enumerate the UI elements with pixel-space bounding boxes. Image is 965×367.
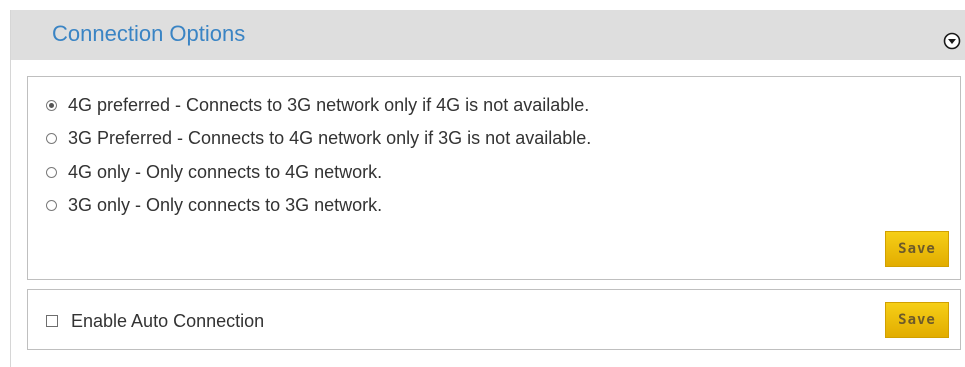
radio-option-3g-only[interactable]: 3G only - Only connects to 3G network. bbox=[46, 193, 382, 217]
radio-button[interactable] bbox=[46, 199, 57, 211]
section-title: Connection Options bbox=[52, 21, 246, 46]
radio-option-label: 3G only - Only connects to 3G network. bbox=[68, 195, 383, 215]
radio-option-label: 3G Preferred - Connects to 4G network on… bbox=[68, 128, 592, 148]
radio-option-4g-only[interactable]: 4G only - Only connects to 4G network. bbox=[46, 160, 382, 184]
radio-option-label: 4G only - Only connects to 4G network. bbox=[68, 162, 383, 182]
radio-option-label: 4G preferred - Connects to 3G network on… bbox=[68, 95, 590, 115]
chevron-down-circle-icon[interactable] bbox=[943, 32, 961, 50]
radio-option-4g-preferred[interactable]: 4G preferred - Connects to 3G network on… bbox=[46, 93, 589, 117]
save-network-mode-button[interactable]: Save bbox=[885, 231, 949, 267]
radio-button[interactable] bbox=[46, 132, 57, 144]
network-mode-panel: 4G preferred - Connects to 3G network on… bbox=[27, 76, 961, 280]
auto-connection-toggle[interactable]: Enable Auto Connection bbox=[46, 309, 264, 333]
section-header: Connection Options bbox=[11, 10, 965, 60]
radio-button[interactable] bbox=[46, 166, 57, 178]
radio-option-3g-preferred[interactable]: 3G Preferred - Connects to 4G network on… bbox=[46, 126, 591, 150]
auto-connection-label: Enable Auto Connection bbox=[71, 311, 265, 331]
auto-connection-panel: Enable Auto Connection Save bbox=[27, 289, 961, 350]
auto-connection-checkbox[interactable] bbox=[46, 315, 58, 327]
save-auto-connection-button[interactable]: Save bbox=[885, 302, 949, 338]
connection-options-page: Connection Options 4G preferred - Connec… bbox=[0, 0, 965, 367]
radio-button[interactable] bbox=[46, 99, 57, 111]
left-divider bbox=[10, 10, 11, 367]
